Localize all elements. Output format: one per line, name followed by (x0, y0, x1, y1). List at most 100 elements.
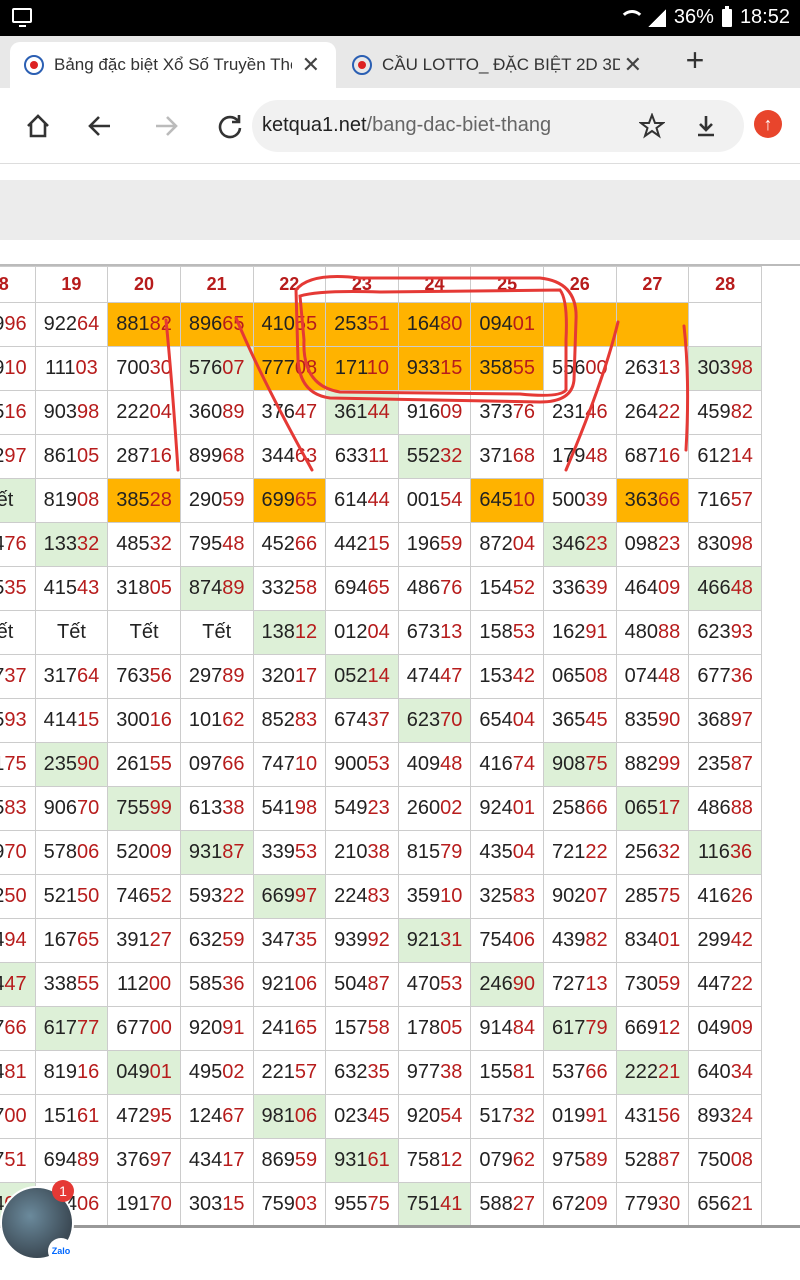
reload-icon[interactable] (210, 106, 250, 146)
result-head-digits: 906 (43, 797, 77, 819)
download-icon[interactable] (686, 106, 726, 146)
result-head-digits: 368 (697, 709, 731, 731)
result-tail-digits: 16 (658, 445, 681, 467)
result-tail-digits: 12 (294, 621, 318, 643)
result-tail-digits: 08 (77, 489, 100, 511)
back-arrow-icon[interactable] (80, 106, 120, 146)
result-tail-digits: 09 (585, 1193, 608, 1215)
result-head-digits: 881 (116, 313, 150, 335)
result-head-digits: 549 (334, 797, 368, 819)
result-cell: 77708 (252, 346, 327, 391)
result-head-digits: 196 (406, 533, 441, 555)
result-tail-digits: 75 (585, 753, 608, 775)
table-row: 0444733855112005853692106504874705324690… (0, 962, 762, 1007)
close-tab-icon[interactable]: ✕ (302, 52, 320, 78)
update-icon[interactable]: ↑ (754, 110, 782, 138)
results-table-container[interactable]: 1819202122232425262728 43996922648818289… (0, 264, 800, 1228)
result-tail-digits: 83 (294, 709, 318, 731)
result-tail-digits: 52 (512, 577, 535, 599)
result-tail-digits: 37 (367, 709, 390, 731)
result-head-digits: 528 (624, 1149, 658, 1171)
result-head-digits: 521 (43, 885, 77, 907)
result-cell: 67437 (325, 698, 399, 743)
result-cell: 79910 (0, 346, 36, 391)
result-cell: 75406 (470, 918, 544, 963)
result-cell: 89324 (688, 1094, 762, 1139)
result-tail-digits: 27 (512, 1193, 535, 1215)
result-cell: 90875 (543, 742, 617, 787)
result-tail-digits: 38 (222, 797, 245, 819)
result-tail-digits: 57 (730, 489, 753, 511)
result-head-digits: 795 (188, 533, 223, 555)
result-tail-digits: 32 (658, 841, 681, 863)
result-cell: 93187 (179, 830, 254, 875)
result-tail-digits: 32 (149, 533, 172, 555)
table-row: 2148181916049014950222157632359773815581… (0, 1050, 762, 1095)
result-tail-digits: 39 (585, 489, 608, 511)
star-icon[interactable] (632, 106, 672, 146)
result-cell: 68716 (615, 434, 690, 479)
result-cell: 75812 (397, 1138, 472, 1183)
result-head-digits: 435 (479, 841, 513, 863)
result-cell: 41674 (470, 742, 544, 787)
result-cell: Tết (179, 610, 254, 655)
result-tail-digits: 97 (4, 445, 27, 467)
result-cell: 07448 (615, 654, 690, 699)
result-head-digits: 852 (261, 709, 295, 731)
result-cell: 43504 (470, 830, 544, 875)
result-cell: 26516 (0, 390, 36, 435)
result-head-digits: 916 (406, 401, 441, 423)
result-head-digits: 347 (261, 929, 295, 951)
result-tail-digits: 55 (149, 753, 172, 775)
result-head-digits: 633 (334, 445, 369, 467)
result-tail-digits: 23 (658, 533, 681, 555)
close-tab-icon[interactable]: ✕ (624, 52, 642, 78)
result-head-digits: 358 (479, 357, 513, 379)
result-tail-digits: 87 (658, 1149, 681, 1171)
result-tail-digits: 04 (512, 841, 535, 863)
result-head-digits: 452 (261, 533, 295, 555)
forward-arrow-icon[interactable] (146, 106, 186, 146)
result-tail-digits: 87 (730, 753, 753, 775)
result-head-digits: 409 (406, 753, 441, 775)
result-head-digits: 253 (334, 313, 368, 335)
address-bar[interactable]: ketqua1.net/bang-dac-biet-thang (252, 100, 744, 152)
result-cell: 52887 (615, 1138, 690, 1183)
result-head-digits: 751 (406, 1193, 441, 1215)
result-tail-digits: 97 (294, 885, 318, 907)
result-tail-digits: 16 (77, 1061, 100, 1083)
result-tail-digits: 48 (730, 577, 753, 599)
result-tail-digits: 89 (77, 1149, 100, 1171)
result-tail-digits: 24 (730, 1105, 753, 1127)
result-tail-digits: 00 (585, 357, 608, 379)
result-cell: 06508 (543, 654, 617, 699)
result-head-digits: 861 (43, 445, 77, 467)
new-tab-button[interactable]: + (680, 42, 710, 79)
result-tail-digits: 42 (730, 929, 753, 951)
result-tail-digits: 61 (77, 1105, 100, 1127)
result-cell: 30315 (179, 1182, 254, 1225)
result-cell: 52009 (107, 830, 181, 875)
home-icon[interactable] (18, 106, 58, 146)
chat-head-bubble[interactable]: 1 Zalo (0, 1180, 76, 1264)
result-head-digits: 138 (261, 621, 295, 643)
tab-active[interactable]: Bảng đặc biệt Xổ Số Truyền Thống ✕ (10, 42, 336, 88)
result-cell: 76356 (107, 654, 181, 699)
result-cell (688, 302, 762, 347)
result-cell: 16480 (397, 302, 472, 347)
result-cell: 61444 (325, 478, 399, 523)
result-cell: 21481 (0, 1050, 36, 1095)
result-head-digits: 727 (552, 973, 586, 995)
tab-inactive[interactable]: CẦU LOTTO_ ĐẶC BIỆT 2D 3D ✕ (338, 42, 658, 88)
result-tail-digits: 62 (222, 709, 245, 731)
result-head-digits: 133 (43, 533, 77, 555)
result-cell: 34623 (543, 522, 617, 567)
result-tail-digits: 91 (585, 621, 608, 643)
result-cell: 22157 (252, 1050, 327, 1095)
result-tail-digits: 47 (440, 665, 463, 687)
column-header-day: 18 (0, 266, 36, 303)
result-head-digits: 065 (624, 797, 658, 819)
result-cell: 22483 (325, 874, 399, 919)
result-head-digits: 893 (697, 1105, 731, 1127)
result-cell: 71583 (0, 786, 36, 831)
